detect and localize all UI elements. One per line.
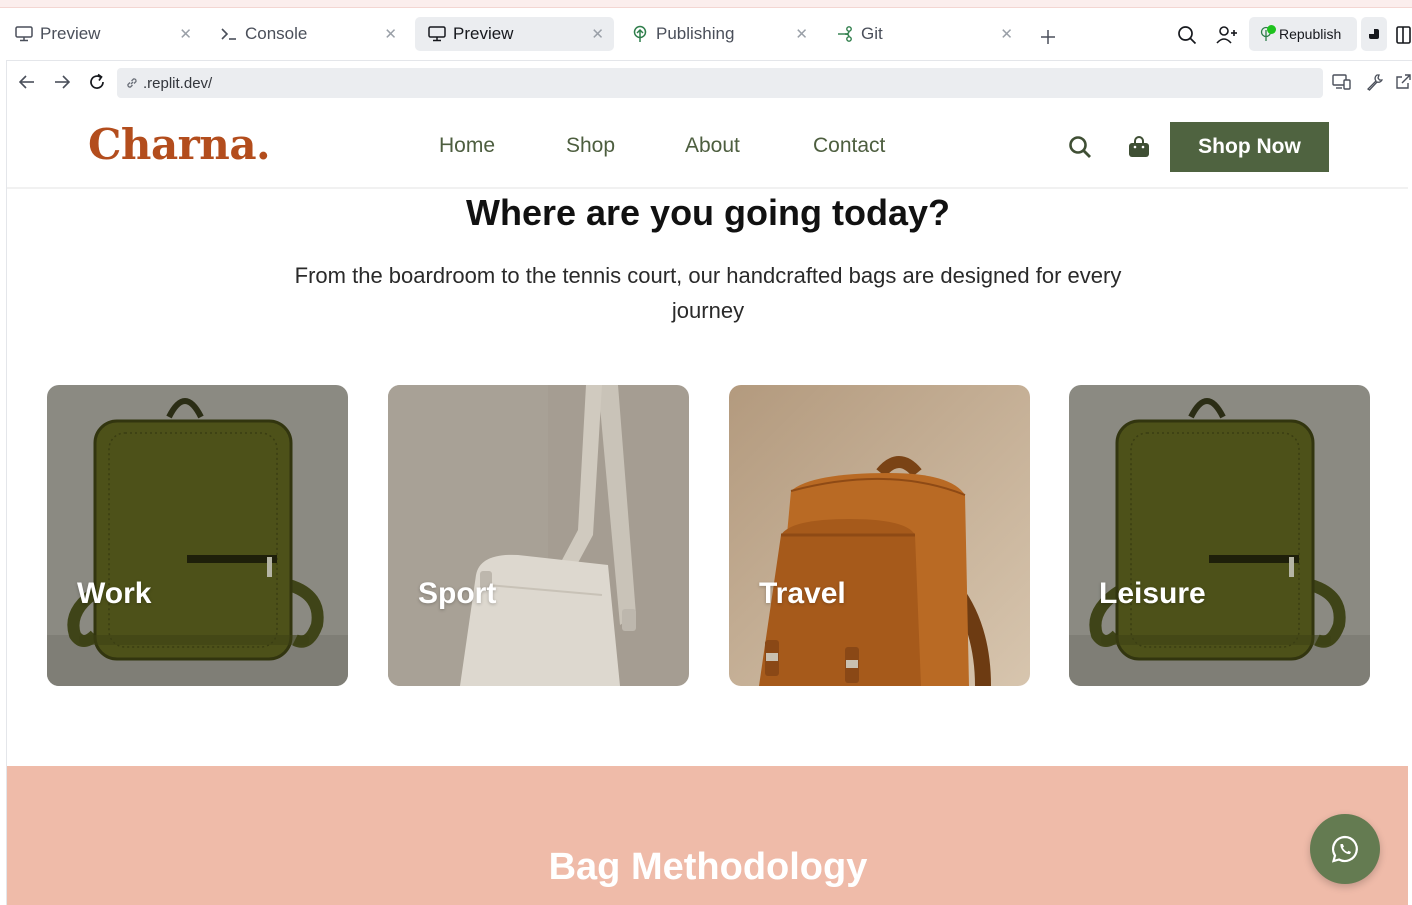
external-link-icon[interactable] [1394, 71, 1412, 93]
methodology-section: Bag Methodology [7, 766, 1408, 905]
nav-shop[interactable]: Shop [566, 134, 615, 158]
tab-git[interactable]: Git ✕ [823, 17, 1023, 51]
monitor-icon [14, 24, 34, 44]
tab-preview-active[interactable]: Preview ✕ [415, 17, 614, 51]
tab-publishing[interactable]: Publishing ✕ [618, 17, 818, 51]
green-backpack-image [1069, 385, 1370, 686]
republish-button[interactable]: Republish [1249, 17, 1357, 51]
back-arrow-icon[interactable] [16, 71, 38, 93]
category-card-work[interactable]: Work [47, 385, 348, 686]
url-text: .replit.dev/ [143, 74, 213, 92]
address-bar-row: .replit.dev/ [6, 60, 1412, 104]
git-icon [835, 24, 855, 44]
terminal-icon [219, 24, 239, 44]
site-header: Charna. Home Shop About Contact Shop Now [7, 104, 1408, 189]
devices-icon[interactable] [1331, 71, 1353, 93]
tab-label: Git [861, 24, 883, 43]
publish-icon [630, 24, 650, 44]
plus-icon[interactable] [1036, 25, 1060, 49]
close-icon[interactable]: ✕ [384, 25, 397, 43]
shopping-bag-icon[interactable] [1124, 132, 1154, 162]
category-label: Leisure [1099, 577, 1206, 610]
extension-icon[interactable] [1361, 17, 1387, 51]
methodology-title: Bag Methodology [548, 846, 868, 888]
category-label: Work [77, 577, 152, 610]
shop-now-button[interactable]: Shop Now [1170, 122, 1329, 172]
cream-sling-bag-image [388, 385, 689, 686]
whatsapp-button[interactable] [1310, 814, 1380, 884]
link-icon [123, 74, 141, 92]
category-label: Sport [418, 577, 497, 610]
add-user-icon[interactable] [1214, 22, 1240, 48]
whatsapp-icon [1331, 835, 1358, 863]
nav-home[interactable]: Home [439, 134, 495, 158]
nav-contact[interactable]: Contact [813, 134, 885, 158]
category-card-sport[interactable]: Sport [388, 385, 689, 686]
category-card-leisure[interactable]: Leisure [1069, 385, 1370, 686]
green-backpack-image [47, 385, 348, 686]
reload-icon[interactable] [86, 71, 108, 93]
url-field[interactable]: .replit.dev/ [117, 68, 1323, 98]
forward-arrow-icon[interactable] [51, 71, 73, 93]
tab-label: Preview [40, 24, 101, 43]
close-icon[interactable]: ✕ [591, 25, 604, 43]
preview-viewport: Charna. Home Shop About Contact Shop Now… [6, 104, 1408, 905]
site-logo[interactable]: Charna. [88, 120, 271, 169]
wrench-icon[interactable] [1364, 71, 1386, 93]
status-dot [1267, 25, 1276, 34]
close-icon[interactable]: ✕ [795, 25, 808, 43]
tab-console[interactable]: Console ✕ [207, 17, 407, 51]
tab-label: Preview [453, 24, 514, 43]
section-lead: From the boardroom to the tennis court, … [294, 263, 1122, 323]
window-top-strip [0, 0, 1412, 8]
tab-label: Publishing [656, 24, 735, 43]
tab-bar: Preview ✕ Console ✕ Preview ✕ Publishing… [0, 8, 1412, 60]
close-icon[interactable]: ✕ [1000, 25, 1013, 43]
close-icon[interactable]: ✕ [179, 25, 192, 43]
tab-label: Console [245, 24, 308, 43]
republish-label: Republish [1279, 26, 1342, 42]
tab-preview-1[interactable]: Preview ✕ [2, 17, 202, 51]
category-label: Travel [759, 577, 846, 610]
nav-about[interactable]: About [685, 134, 740, 158]
monitor-icon [427, 24, 447, 44]
search-icon[interactable] [1065, 132, 1095, 162]
split-view-icon[interactable] [1394, 22, 1412, 48]
category-card-travel[interactable]: Travel [729, 385, 1030, 686]
tan-backpack-image [729, 385, 1030, 686]
search-icon[interactable] [1174, 22, 1200, 48]
section-heading: Where are you going today? [465, 192, 951, 233]
